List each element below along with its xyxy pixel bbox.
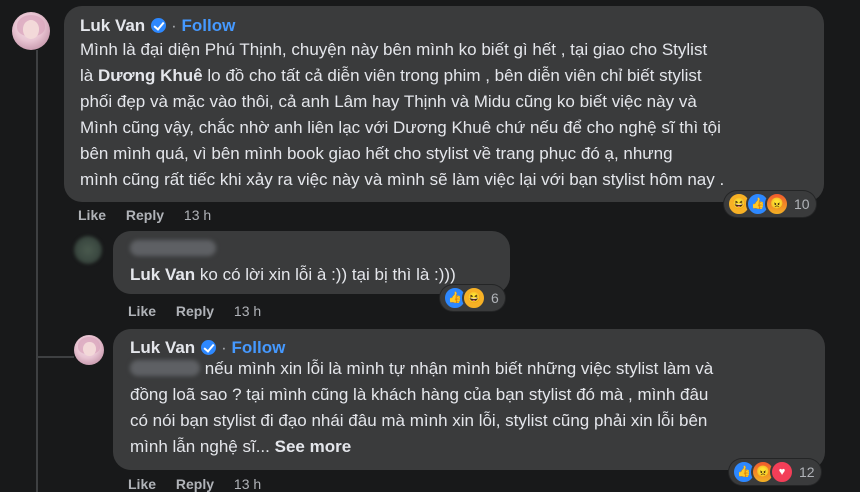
mentioned-name[interactable]: Luk Van (130, 265, 195, 284)
comment-line: mình lẫn nghệ sĩ... See more (130, 437, 352, 456)
reaction-count: 6 (491, 290, 499, 306)
reply-button[interactable]: Reply (176, 476, 214, 492)
thread-line (36, 50, 38, 225)
timestamp[interactable]: 13 h (184, 207, 211, 223)
verified-badge-icon (201, 340, 217, 355)
comment-actions: Like Reply 13 h (78, 207, 211, 223)
love-icon: ♥ (770, 460, 794, 484)
avatar[interactable] (74, 236, 102, 264)
comment-line: phối đẹp và mặc vào thôi, cả anh Lâm hay… (80, 92, 697, 111)
follow-link[interactable]: Follow (232, 338, 286, 357)
reaction-count: 12 (799, 464, 815, 480)
comment-header: Luk Van · Follow (130, 338, 285, 358)
thread-line (36, 225, 38, 492)
like-button[interactable]: Like (128, 303, 156, 319)
thread-line (36, 356, 74, 358)
like-button[interactable]: Like (128, 476, 156, 492)
timestamp[interactable]: 13 h (234, 476, 261, 492)
follow-link[interactable]: Follow (182, 16, 236, 35)
comment-actions: Like Reply 13 h (128, 303, 261, 319)
comment-line: có nói bạn stylist đi đạo nhái đâu mà mì… (130, 411, 708, 430)
like-button[interactable]: Like (78, 207, 106, 223)
see-more-link[interactable]: See more (275, 437, 352, 456)
reaction-summary[interactable]: 😆 👍 😠 10 (724, 191, 816, 217)
comment-line: đồng loã sao ? tại mình cũng là khách hà… (130, 385, 709, 404)
blurred-author-name (130, 240, 216, 259)
comment-line: ko có lời xin lỗi à :)) tại bị thì là :)… (199, 265, 456, 284)
reaction-summary[interactable]: 👍 😆 6 (440, 285, 505, 311)
haha-icon: 😆 (462, 286, 486, 310)
comment-text: Mình là đại diện Phú Thịnh, chuyện này b… (80, 37, 820, 193)
timestamp[interactable]: 13 h (234, 303, 261, 319)
avatar[interactable] (12, 12, 50, 50)
angry-icon: 😠 (765, 192, 789, 216)
author-name[interactable]: Luk Van (80, 16, 145, 35)
reply-button[interactable]: Reply (176, 303, 214, 319)
separator-dot: · (221, 340, 227, 357)
verified-badge-icon (151, 18, 167, 33)
comment-line: nếu mình xin lỗi là mình tự nhận mình bi… (130, 356, 820, 382)
comment-header: Luk Van · Follow (80, 16, 235, 36)
author-name[interactable]: Luk Van (130, 338, 195, 357)
comment-text: nếu mình xin lỗi là mình tự nhận mình bi… (130, 356, 820, 460)
mentioned-name: Dương Khuê (97, 66, 203, 85)
reply-button[interactable]: Reply (126, 207, 164, 223)
comment-line: Mình cũng vậy, chắc nhờ anh liên lạc với… (80, 118, 721, 137)
avatar[interactable] (74, 335, 104, 365)
comment-line: Mình là đại diện Phú Thịnh, chuyện này b… (80, 40, 708, 59)
comment-line: bên mình quá, vì bên mình book giao hết … (80, 144, 673, 163)
blurred-mention (130, 360, 200, 376)
separator-dot: · (171, 18, 177, 35)
comment-text: Luk Van ko có lời xin lỗi à :)) tại bị t… (130, 262, 456, 288)
comment-actions: Like Reply 13 h (128, 476, 261, 492)
comment-line: là Dương Khuê lo đồ cho tất cả diễn viên… (80, 66, 702, 85)
comment-line: mình cũng rất tiếc khi xảy ra việc này v… (80, 170, 725, 189)
reaction-summary[interactable]: 👍 😠 ♥ 12 (729, 459, 821, 485)
reaction-count: 10 (794, 196, 810, 212)
